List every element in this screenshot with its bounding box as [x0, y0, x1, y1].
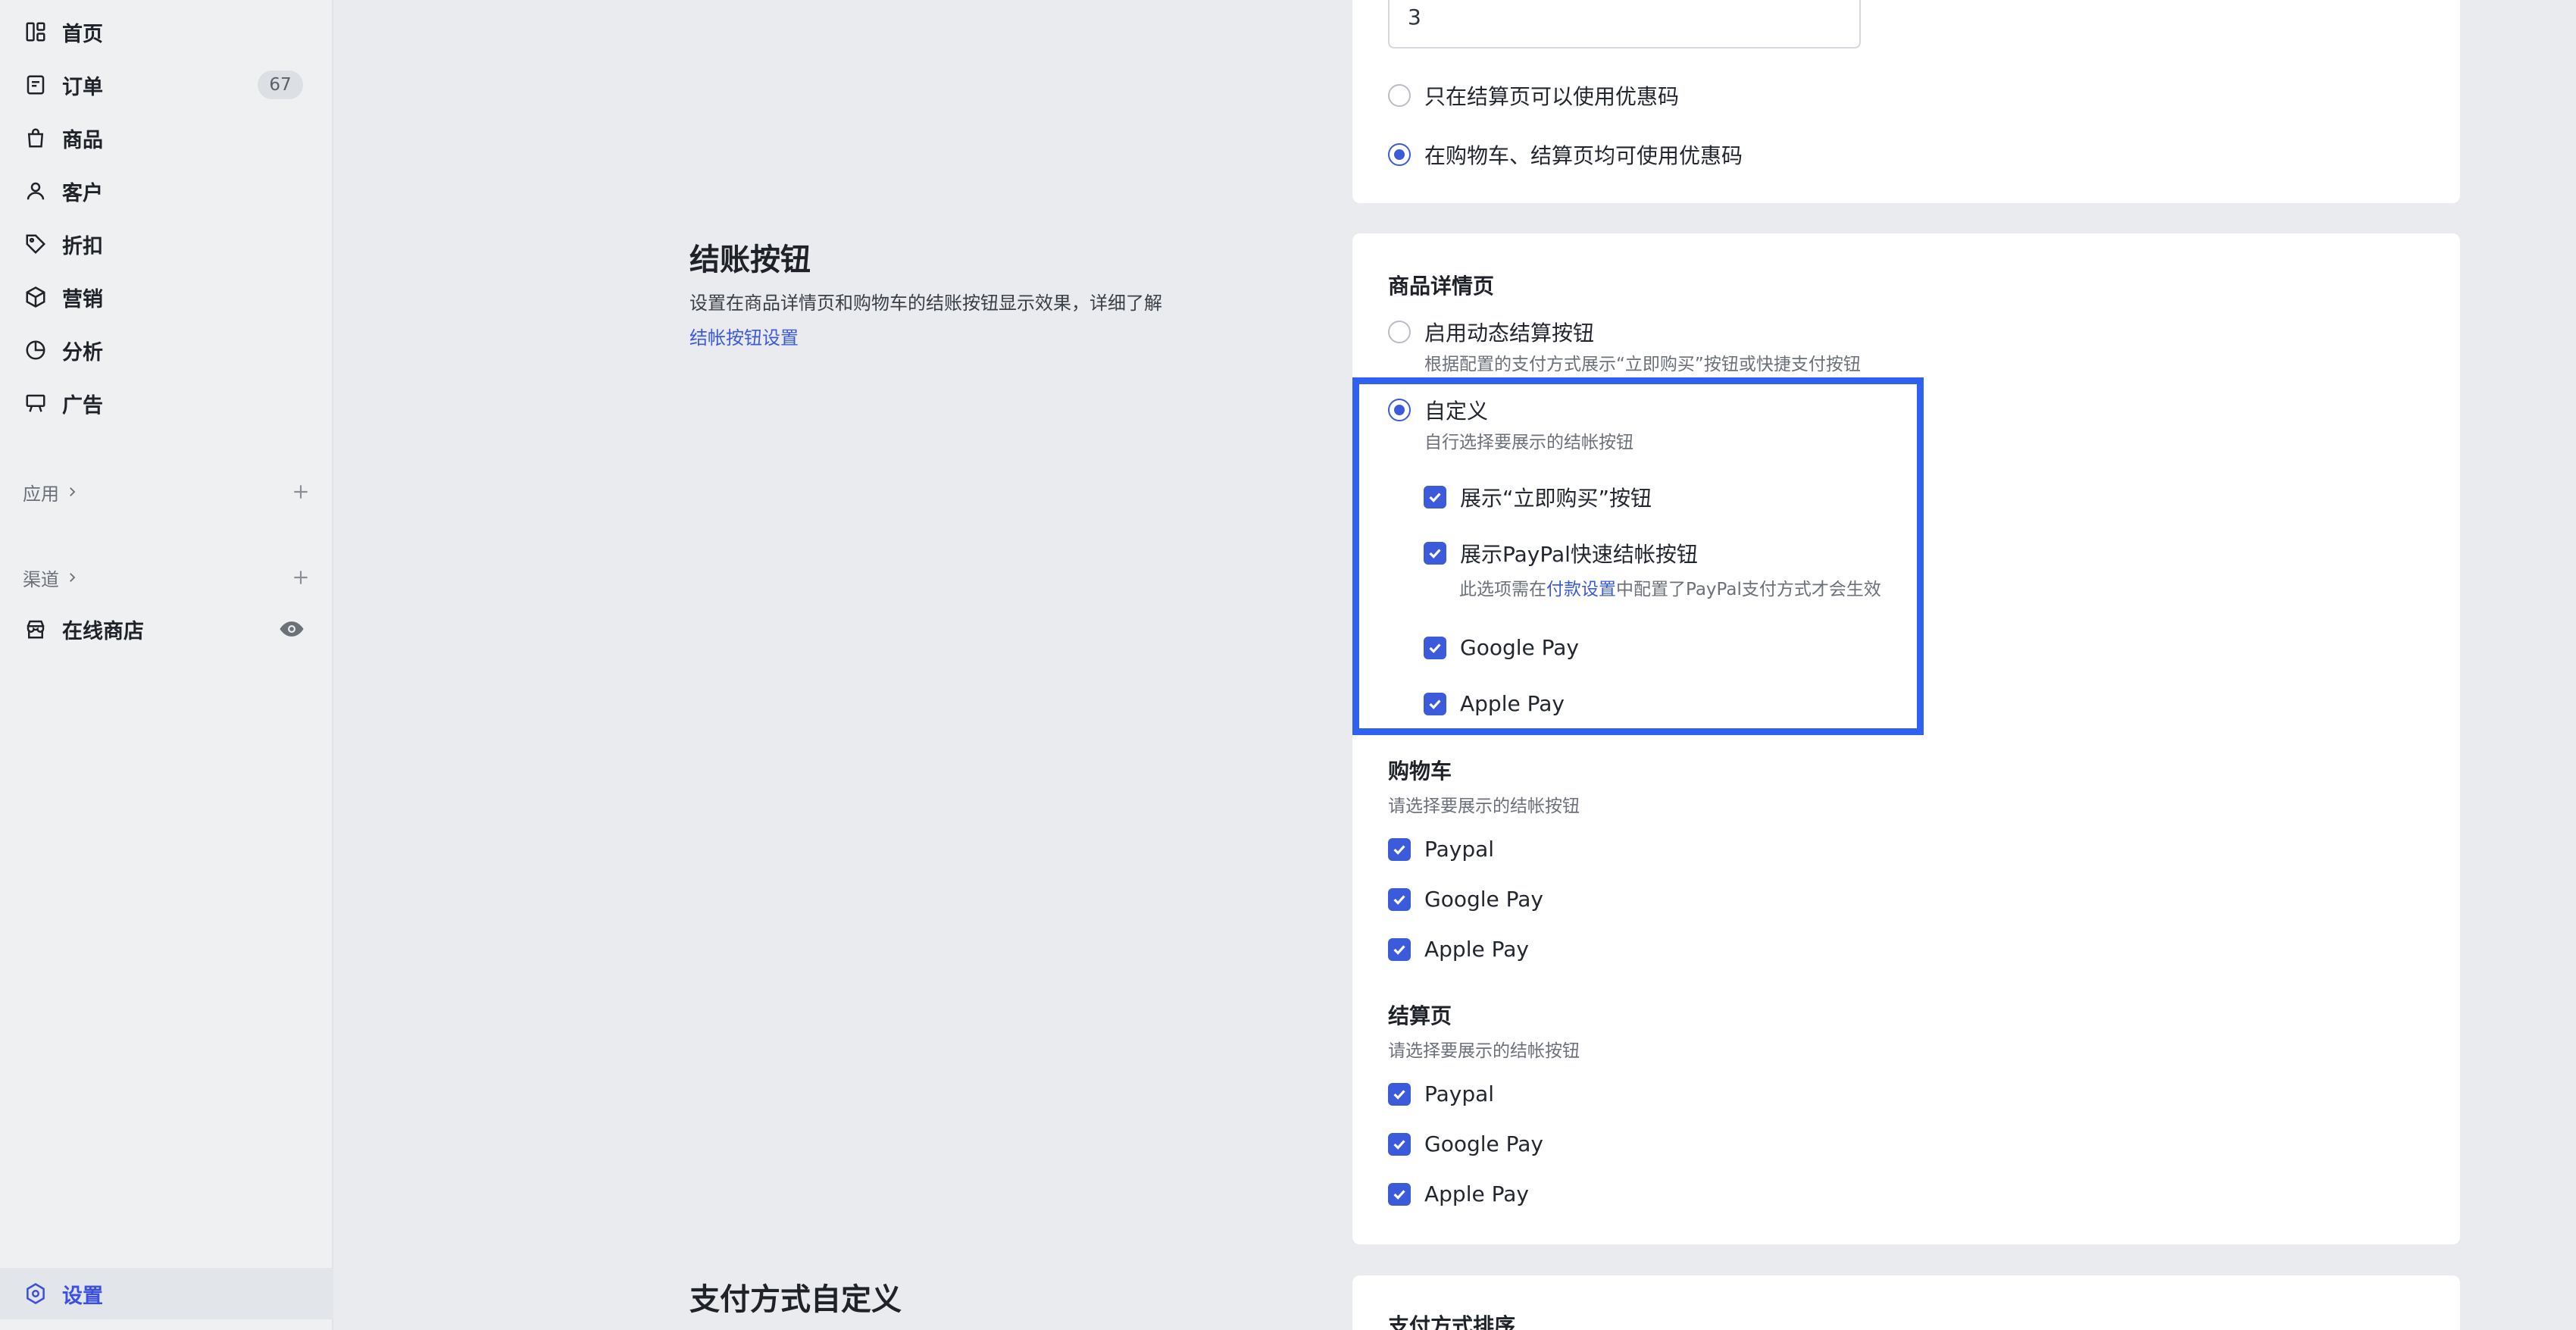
sidebar-item-discounts[interactable]: 折扣 [0, 217, 333, 271]
dynamic-checkout-hint: 根据配置的支付方式展示“立即购买”按钮或快捷支付按钮 [1424, 355, 1861, 374]
checkbox[interactable] [1388, 1182, 1411, 1206]
store-icon [27, 620, 45, 639]
checkout-button-title: 结账按钮 [689, 243, 811, 277]
checkbox-cart-google-pay[interactable]: Google Pay [1388, 887, 1543, 912]
radio-label: 启用动态结算按钮 [1424, 321, 1595, 346]
checkmark-icon [1393, 894, 1405, 905]
store-label: 在线商店 [62, 619, 144, 643]
chevron-right-icon [70, 573, 76, 582]
radio-label: 只在结算页可以使用优惠码 [1424, 84, 1680, 109]
plus-icon[interactable] [291, 568, 311, 587]
dashboard-icon [24, 20, 47, 43]
cart-heading: 购物车 [1388, 759, 1452, 784]
sidebar-section-channels[interactable]: 渠道 [23, 560, 311, 595]
radio-button[interactable] [1388, 321, 1411, 343]
sidebar: 首页 订单 67 商品 客户 折扣 营销 分析 广告 应用 渠道 在线商店 设置 [0, 0, 333, 1330]
sidebar-item-customers[interactable]: 客户 [0, 164, 333, 217]
radio-button[interactable] [1388, 84, 1411, 107]
checkbox-label: Apple Pay [1424, 937, 1529, 962]
product-page-heading: 商品详情页 [1388, 274, 1495, 299]
checkbox-label: Paypal [1424, 837, 1495, 862]
user-icon [24, 180, 47, 202]
order-count-badge: 67 [258, 70, 303, 99]
sidebar-item-label: 广告 [62, 393, 103, 418]
checkbox-label: Google Pay [1424, 1131, 1543, 1156]
channels-label: 渠道 [23, 568, 59, 590]
highlight-box [1352, 377, 1924, 735]
sidebar-item-label: 订单 [62, 75, 103, 99]
checkbox[interactable] [1388, 837, 1411, 861]
sidebar-item-label: 商品 [62, 128, 103, 152]
box-icon [24, 286, 47, 308]
checkmark-icon [1393, 1189, 1405, 1200]
checkbox-cart-paypal[interactable]: Paypal [1388, 837, 1494, 862]
sidebar-item-settings[interactable]: 设置 [0, 1268, 333, 1319]
pie-chart-icon [24, 339, 47, 361]
sidebar-item-label: 分析 [62, 340, 103, 365]
sidebar-item-label: 首页 [62, 22, 103, 46]
checkbox-label: Google Pay [1424, 887, 1543, 912]
checkout-page-heading: 结算页 [1388, 1003, 1452, 1028]
payment-sort-heading: 支付方式排序 [1388, 1313, 1516, 1330]
billboard-icon [24, 392, 47, 415]
eye-icon[interactable] [279, 616, 305, 642]
discount-limit-input[interactable]: 3 [1388, 0, 1861, 49]
input-value: 3 [1408, 4, 1421, 30]
sidebar-item-online-store[interactable]: 在线商店 [24, 610, 305, 648]
checkout-button-desc: 设置在商品详情页和购物车的结账按钮显示效果，详细了解 [689, 293, 1162, 314]
settings-icon [27, 1283, 45, 1304]
checkbox-checkout-paypal[interactable]: Paypal [1388, 1081, 1494, 1106]
checkbox[interactable] [1388, 1132, 1411, 1156]
sidebar-item-home[interactable]: 首页 [0, 5, 333, 58]
plus-icon[interactable] [291, 482, 311, 502]
checkbox-checkout-google-pay[interactable]: Google Pay [1388, 1131, 1543, 1156]
checkbox-label: Paypal [1424, 1081, 1495, 1106]
tag-icon [24, 233, 47, 255]
checkout-page-hint: 请选择要展示的结帐按钮 [1388, 1041, 1580, 1061]
checkbox[interactable] [1388, 937, 1411, 961]
checkbox[interactable] [1388, 1082, 1411, 1106]
checkbox[interactable] [1388, 887, 1411, 911]
checkbox-checkout-apple-pay[interactable]: Apple Pay [1388, 1181, 1529, 1206]
sidebar-item-marketing[interactable]: 营销 [0, 271, 333, 324]
settings-label: 设置 [62, 1284, 103, 1308]
sidebar-item-label: 折扣 [62, 234, 103, 258]
sidebar-item-orders[interactable]: 订单 67 [0, 58, 333, 111]
sidebar-item-label: 营销 [62, 287, 103, 311]
checkbox-label: Apple Pay [1424, 1181, 1529, 1206]
radio-button[interactable] [1388, 143, 1411, 166]
sidebar-item-ads[interactable]: 广告 [0, 377, 333, 430]
checkmark-icon [1393, 1139, 1405, 1150]
radio-checkout-only[interactable]: 只在结算页可以使用优惠码 [1388, 80, 1679, 111]
cart-hint: 请选择要展示的结帐按钮 [1388, 796, 1580, 816]
radio-cart-and-checkout[interactable]: 在购物车、结算页均可使用优惠码 [1388, 139, 1743, 170]
sidebar-section-apps[interactable]: 应用 [23, 474, 311, 509]
radio-dynamic-checkout[interactable]: 启用动态结算按钮 [1388, 317, 1594, 347]
bag-icon [24, 127, 47, 149]
apps-label: 应用 [23, 483, 59, 505]
payment-custom-title: 支付方式自定义 [689, 1282, 902, 1317]
sidebar-item-analytics[interactable]: 分析 [0, 324, 333, 377]
payment-custom-card [1352, 1275, 2460, 1330]
order-icon [24, 74, 47, 96]
chevron-right-icon [70, 487, 76, 496]
sidebar-item-label: 客户 [62, 181, 103, 205]
sidebar-item-products[interactable]: 商品 [0, 111, 333, 164]
checkbox-cart-apple-pay[interactable]: Apple Pay [1388, 937, 1529, 962]
checkmark-icon [1393, 944, 1405, 955]
checkmark-icon [1393, 1089, 1405, 1100]
checkmark-icon [1393, 844, 1405, 855]
radio-label: 在购物车、结算页均可使用优惠码 [1424, 143, 1743, 168]
checkout-button-settings-link[interactable]: 结帐按钮设置 [689, 323, 799, 349]
